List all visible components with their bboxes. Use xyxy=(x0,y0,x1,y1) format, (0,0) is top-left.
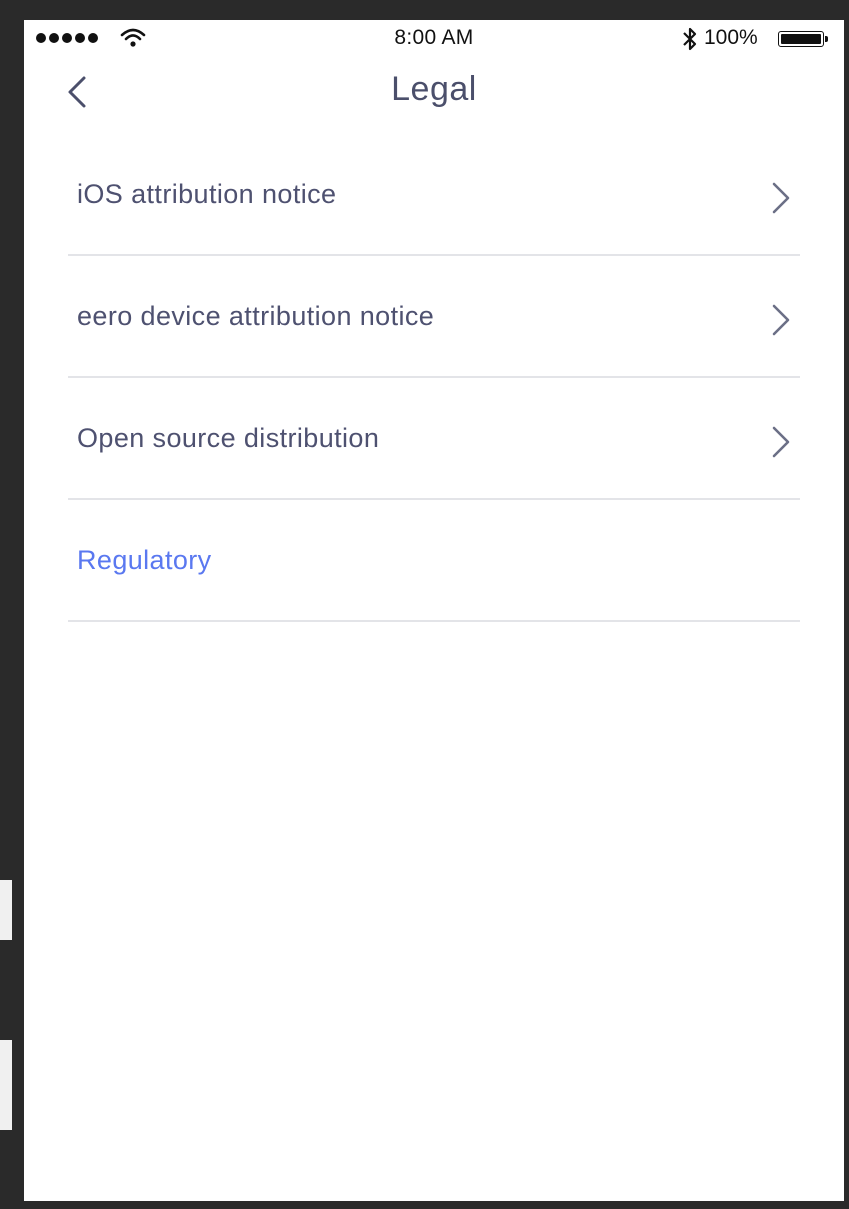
list-item-label: eero device attribution notice xyxy=(77,301,435,331)
list-item-ios-attribution-notice[interactable]: iOS attribution notice xyxy=(24,134,844,256)
chevron-right-icon xyxy=(772,182,790,214)
status-bar: 8:00 AM 100% xyxy=(24,20,844,60)
divider xyxy=(68,620,800,622)
battery-percent: 100% xyxy=(704,26,758,49)
battery-nub xyxy=(825,36,828,42)
background-edge xyxy=(0,1040,12,1130)
list-item-label: Open source distribution xyxy=(77,423,380,453)
legal-list: iOS attribution notice eero device attri… xyxy=(24,134,844,622)
list-item-regulatory[interactable]: Regulatory xyxy=(24,500,844,622)
background-edge xyxy=(0,880,12,940)
battery-icon xyxy=(778,31,824,47)
device-frame: 8:00 AM 100% Legal iOS attribution notic… xyxy=(0,0,849,1209)
chevron-right-icon xyxy=(772,304,790,336)
list-item-open-source-distribution[interactable]: Open source distribution xyxy=(24,378,844,500)
regulatory-link[interactable]: Regulatory xyxy=(77,545,212,576)
chevron-right-icon xyxy=(772,426,790,458)
nav-bar: Legal xyxy=(24,60,844,130)
list-item-eero-device-attribution-notice[interactable]: eero device attribution notice xyxy=(24,256,844,378)
page-title: Legal xyxy=(391,70,477,108)
phone-screen: 8:00 AM 100% Legal iOS attribution notic… xyxy=(24,20,844,1201)
list-item-label: iOS attribution notice xyxy=(77,179,337,209)
bluetooth-icon xyxy=(683,27,697,51)
